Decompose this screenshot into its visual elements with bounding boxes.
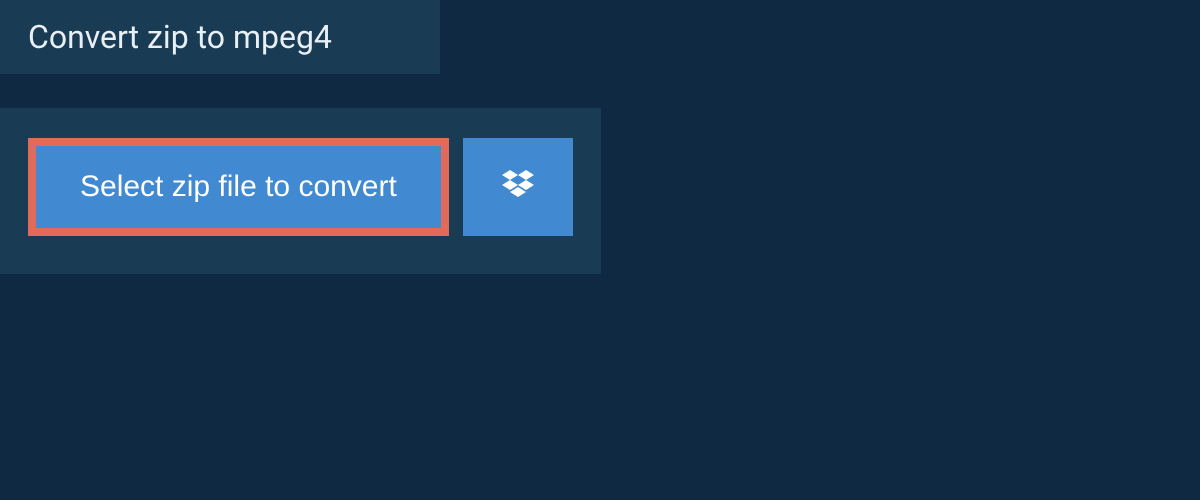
- select-file-button[interactable]: Select zip file to convert: [28, 138, 449, 236]
- dropbox-icon: [498, 166, 538, 209]
- file-select-panel: Select zip file to convert: [0, 108, 601, 274]
- select-file-label: Select zip file to convert: [80, 170, 397, 204]
- dropbox-button[interactable]: [463, 138, 573, 236]
- header-tab: Convert zip to mpeg4: [0, 0, 440, 74]
- page-title: Convert zip to mpeg4: [28, 18, 412, 56]
